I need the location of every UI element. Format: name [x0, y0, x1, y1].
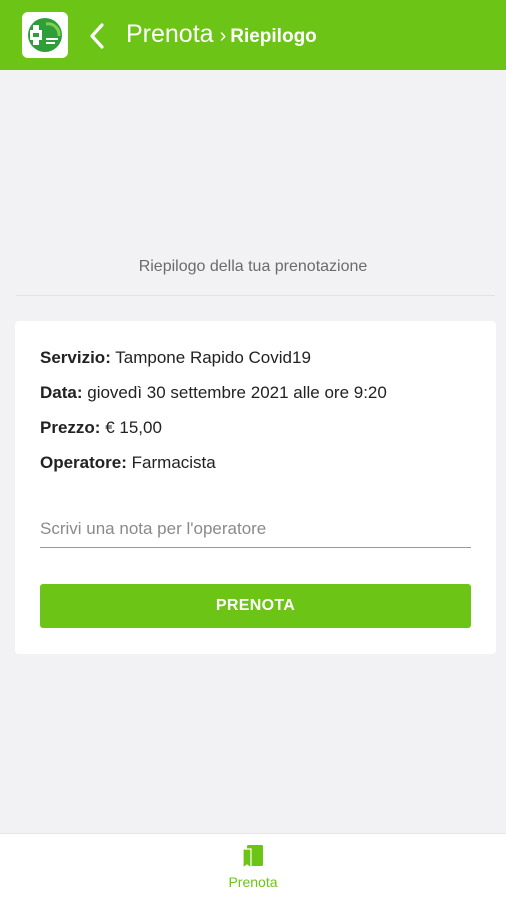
app-root: Prenota › Riepilogo Riepilogo della tua pr…	[0, 0, 506, 900]
date-label: Data:	[40, 383, 83, 402]
divider	[16, 295, 495, 296]
date-row: Data: giovedì 30 settembre 2021 alle ore…	[40, 383, 387, 403]
chevron-left-icon	[90, 23, 104, 49]
nav-item-prenota[interactable]: Prenota	[213, 844, 293, 896]
nav-item-label: Prenota	[228, 874, 278, 890]
booking-summary-card: Servizio: Tampone Rapido Covid19 Data: g…	[15, 321, 496, 654]
service-value: Tampone Rapido Covid19	[115, 348, 311, 367]
pharmacy-cross-logo-icon	[28, 18, 62, 52]
date-value: giovedì 30 settembre 2021 alle ore 9:20	[87, 383, 387, 402]
page-title: Prenota	[126, 20, 214, 48]
service-label: Servizio:	[40, 348, 111, 367]
service-row: Servizio: Tampone Rapido Covid19	[40, 348, 311, 368]
operator-row: Operatore: Farmacista	[40, 453, 216, 473]
bookmark-book-icon	[242, 845, 263, 870]
back-button[interactable]	[86, 22, 108, 50]
price-row: Prezzo: € 15,00	[40, 418, 162, 438]
app-header: Prenota › Riepilogo	[0, 0, 506, 70]
price-label: Prezzo:	[40, 418, 101, 437]
header-title: Prenota › Riepilogo	[126, 20, 317, 49]
price-value: € 15,00	[105, 418, 162, 437]
operator-value: Farmacista	[131, 453, 216, 472]
summary-heading: Riepilogo della tua prenotazione	[138, 258, 368, 275]
book-button[interactable]: PRENOTA	[40, 584, 471, 628]
operator-label: Operatore:	[40, 453, 127, 472]
operator-note-input[interactable]	[40, 511, 471, 548]
app-logo	[22, 12, 68, 58]
breadcrumb-current: Riepilogo	[230, 26, 317, 47]
bottom-navigation: Prenota	[0, 833, 506, 900]
breadcrumb-separator: ›	[219, 25, 227, 47]
